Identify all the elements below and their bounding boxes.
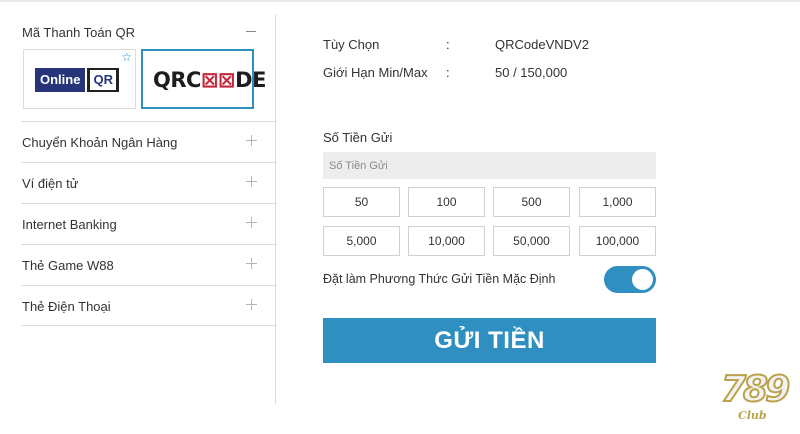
amount-button-1000[interactable]: 1,000 bbox=[579, 187, 656, 217]
sidebar-item-label: Chuyển Khoản Ngân Hàng bbox=[22, 135, 178, 150]
sidebar-item-internet-banking[interactable]: Internet Banking bbox=[21, 203, 277, 244]
option-value: QRCodeVNDV2 bbox=[495, 37, 589, 52]
sidebar-item-label: Ví điện tử bbox=[22, 176, 79, 191]
limit-value: 50 / 150,000 bbox=[495, 65, 568, 80]
sidebar-item-phone-card[interactable]: Thẻ Điện Thoại bbox=[21, 285, 277, 326]
limit-row: Giới Hạn Min/Max : 50 / 150,000 bbox=[0, 65, 800, 81]
sidebar-item-label: Thẻ Game W88 bbox=[22, 258, 114, 273]
amount-button-5000[interactable]: 5,000 bbox=[323, 226, 400, 256]
amount-label: Số Tiền Gửi bbox=[323, 130, 393, 145]
expand-plus-icon[interactable] bbox=[246, 299, 257, 310]
payment-method-list: Chuyển Khoản Ngân Hàng Ví điện tử Intern… bbox=[21, 121, 277, 326]
brand-digits: 789 bbox=[720, 368, 791, 411]
toggle-knob bbox=[632, 269, 653, 290]
qr-option-row: ☆ Online QR QRC⊠⊠DE bbox=[21, 49, 277, 123]
option-label: Tùy Chọn bbox=[323, 37, 380, 52]
submit-deposit-button[interactable]: GỬI TIỀN bbox=[323, 318, 656, 363]
amount-input[interactable] bbox=[323, 152, 656, 179]
limit-label: Giới Hạn Min/Max bbox=[323, 65, 428, 80]
option-colon: : bbox=[446, 37, 450, 52]
sidebar-item-label: Internet Banking bbox=[22, 217, 117, 232]
sidebar-item-bank-transfer[interactable]: Chuyển Khoản Ngân Hàng bbox=[21, 121, 277, 162]
expand-plus-icon[interactable] bbox=[246, 258, 257, 269]
sidebar-item-label: Thẻ Điện Thoại bbox=[22, 299, 111, 314]
brand-logo: 789 Club bbox=[715, 365, 795, 431]
sidebar-item-e-wallet[interactable]: Ví điện tử bbox=[21, 162, 277, 203]
amount-button-50[interactable]: 50 bbox=[323, 187, 400, 217]
amount-button-500[interactable]: 500 bbox=[493, 187, 570, 217]
top-divider bbox=[0, 0, 800, 2]
limit-colon: : bbox=[446, 65, 450, 80]
expand-plus-icon[interactable] bbox=[246, 135, 257, 146]
sidebar-item-game-card[interactable]: Thẻ Game W88 bbox=[21, 244, 277, 285]
option-row: Tùy Chọn : QRCodeVNDV2 bbox=[0, 37, 800, 53]
amount-button-100[interactable]: 100 bbox=[408, 187, 485, 217]
amount-button-50000[interactable]: 50,000 bbox=[493, 226, 570, 256]
default-method-toggle[interactable] bbox=[604, 266, 656, 293]
default-method-label: Đặt làm Phương Thức Gửi Tiền Mặc Định bbox=[323, 272, 556, 286]
expand-plus-icon[interactable] bbox=[246, 176, 257, 187]
amount-button-10000[interactable]: 10,000 bbox=[408, 226, 485, 256]
expand-plus-icon[interactable] bbox=[246, 217, 257, 228]
collapse-minus-icon[interactable] bbox=[246, 31, 256, 32]
brand-club: Club bbox=[738, 409, 767, 422]
amount-button-100000[interactable]: 100,000 bbox=[579, 226, 656, 256]
